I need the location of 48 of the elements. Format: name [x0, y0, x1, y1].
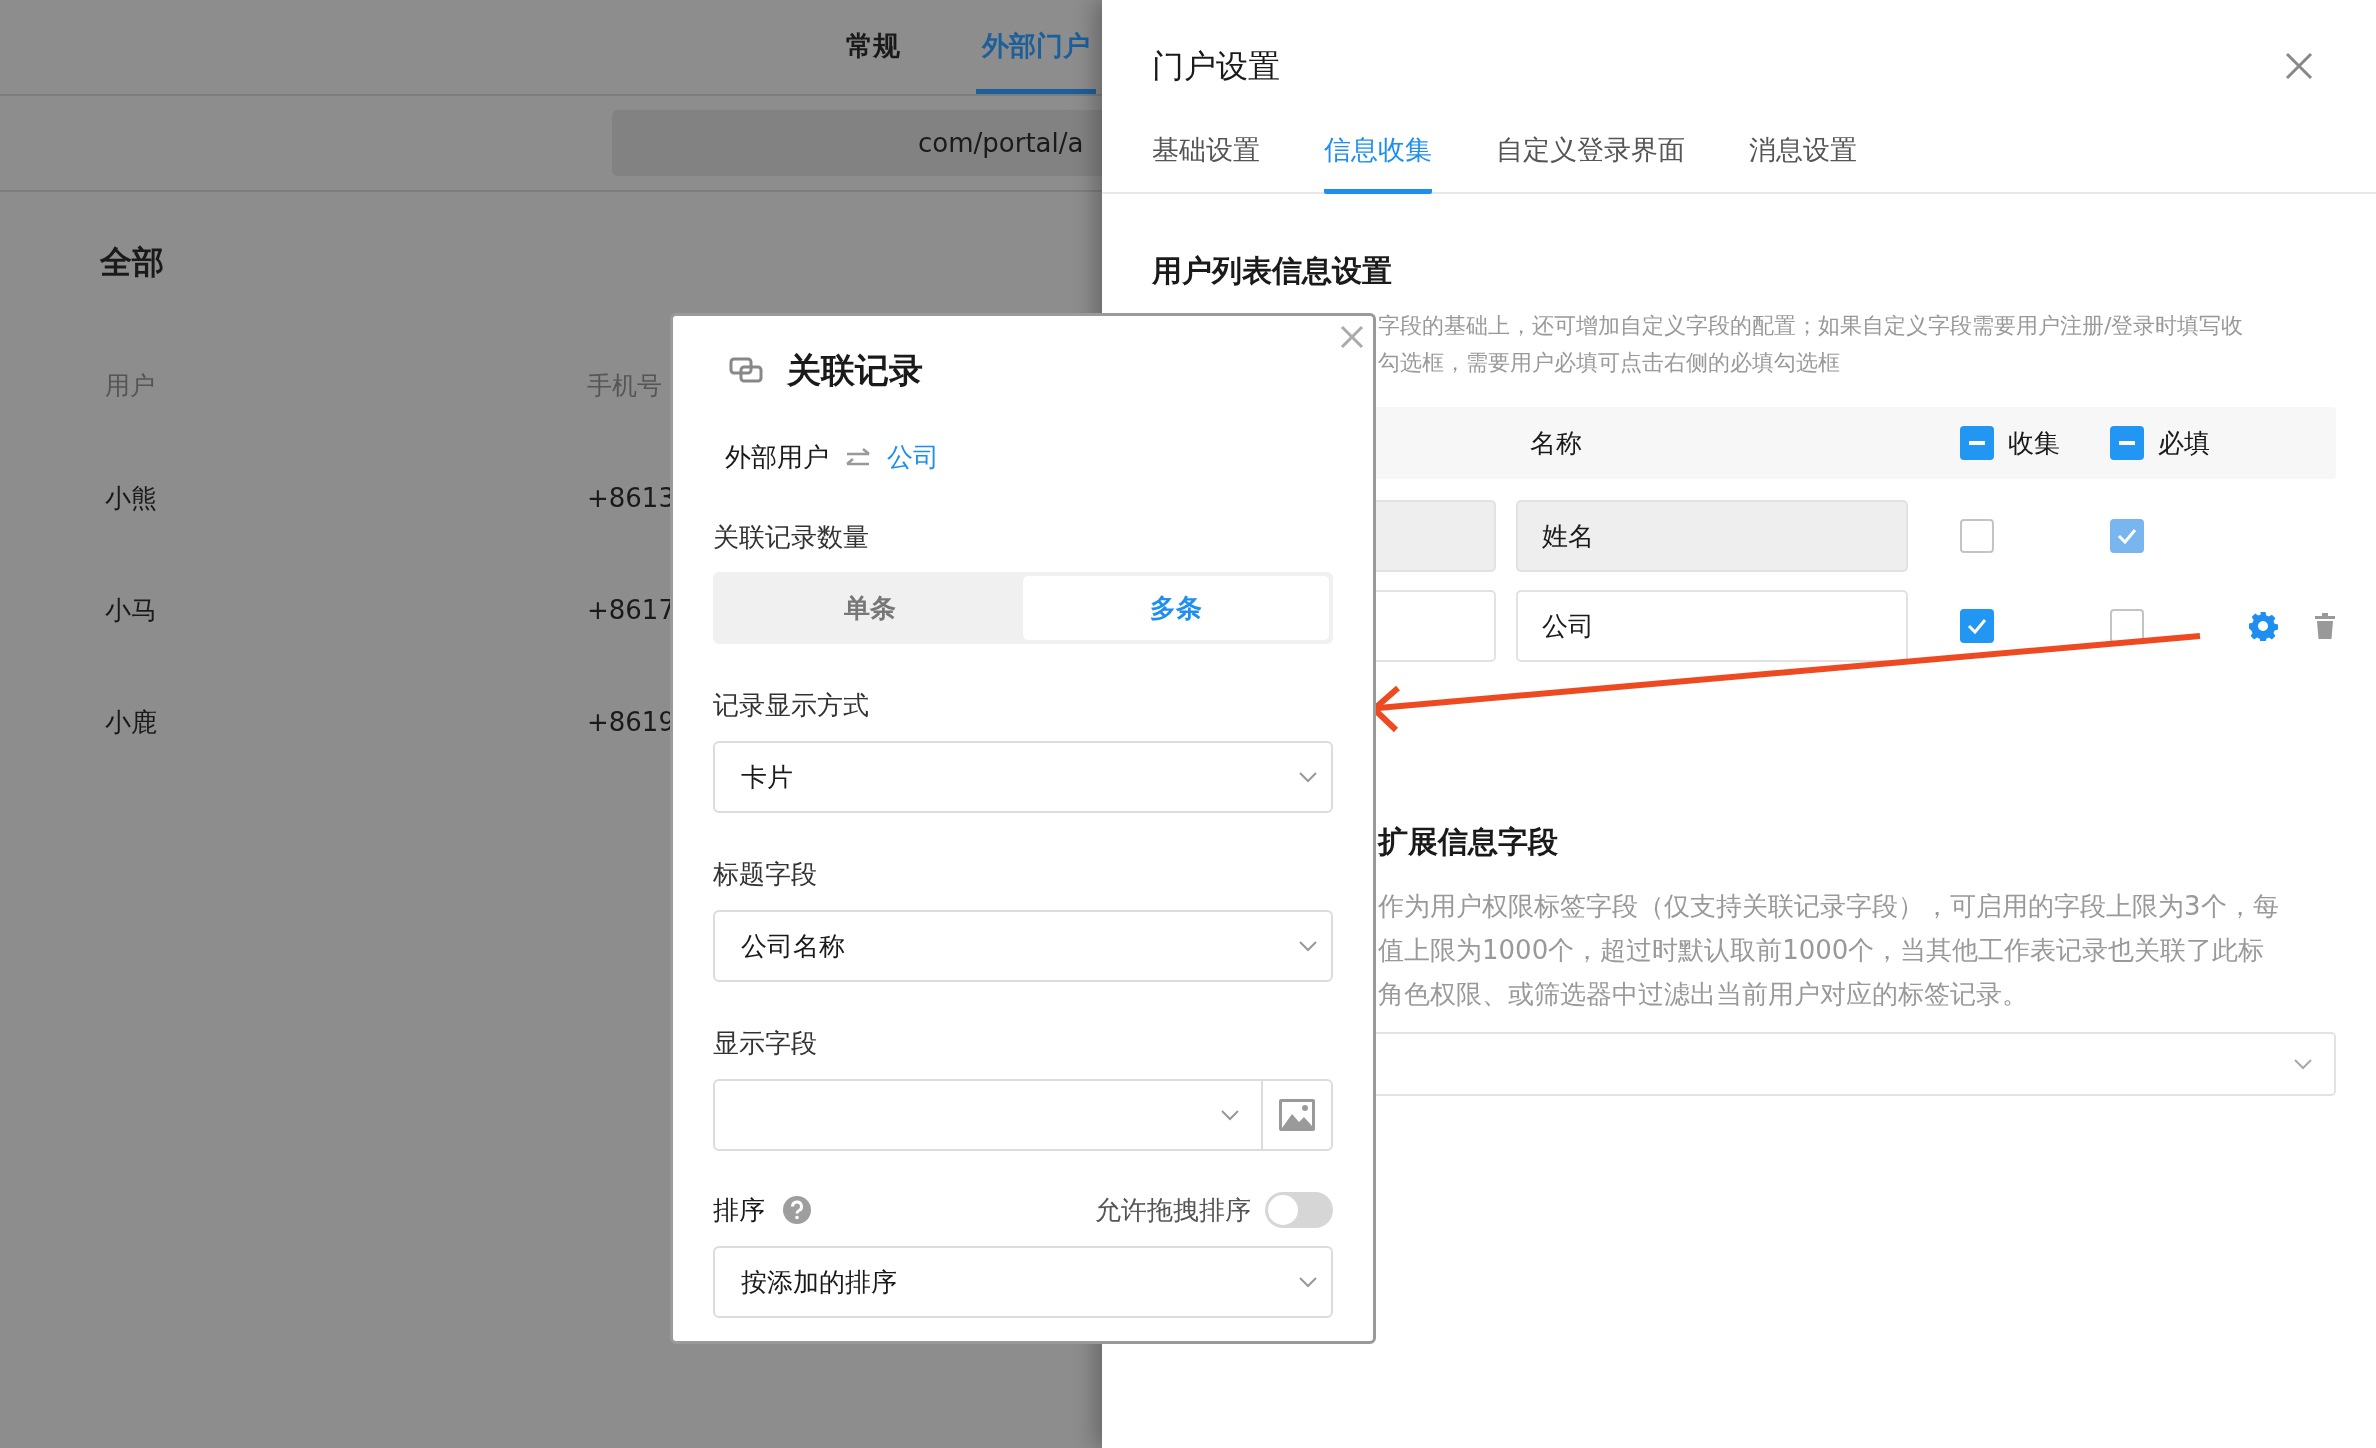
minus-icon	[1969, 441, 1985, 445]
column-header: 用户	[105, 370, 156, 403]
table-cell-text: +8617	[587, 593, 675, 627]
column-header: 手机号	[587, 370, 662, 403]
segment-option[interactable]: 单条	[717, 576, 1023, 640]
page-tab[interactable]: 常规	[840, 0, 906, 94]
field-label: 标题字段	[713, 857, 818, 891]
table-cell-text: 小熊	[105, 481, 158, 515]
checkbox[interactable]	[1960, 609, 1994, 643]
field-label: 关联记录数量	[713, 520, 870, 554]
column-header: 收集	[2008, 426, 2060, 460]
description: 字段的基础上，还可增加自定义字段的配置；如果自定义字段需要用户注册/登录时填写收 勾选框，需要用户必填可点击右侧的必填勾选框	[1378, 312, 2245, 377]
section-title: 扩展信息字段	[1378, 823, 1559, 861]
table-cell-text: 小马	[105, 593, 158, 627]
input-field: 姓名	[1516, 500, 1908, 572]
select-field[interactable]: 卡片	[713, 741, 1333, 813]
relation-target: 公司	[887, 440, 939, 474]
link-icon	[729, 357, 763, 383]
checkbox[interactable]	[2110, 426, 2144, 460]
toggle-switch[interactable]	[1265, 1192, 1333, 1228]
trash-icon[interactable]	[2314, 613, 2336, 639]
field-label: 排序	[713, 1193, 765, 1227]
column-header: 必填	[2158, 426, 2210, 460]
swap-icon	[845, 446, 871, 468]
relation-source: 外部用户	[725, 440, 829, 474]
checkbox[interactable]	[2110, 609, 2144, 643]
input-field[interactable]: 公司	[1516, 590, 1908, 662]
settings-tab[interactable]: 基础设置	[1152, 118, 1260, 194]
section-title: 全部	[99, 242, 165, 283]
select-field[interactable]: 公司名称	[713, 910, 1333, 982]
field-label: 显示字段	[713, 1026, 818, 1060]
section-title: 用户列表信息设置	[1152, 252, 1393, 290]
help-icon	[783, 1196, 811, 1224]
column-header: 名称	[1530, 427, 1582, 458]
checkbox[interactable]	[1960, 426, 1994, 460]
dialog-title: 关联记录	[787, 348, 923, 392]
description: 作为用户权限标签字段（仅支持关联记录字段），可启用的字段上限为3个，每 值上限为1000个，超过时默认取前1000个，当其他工作表记录也关联了此标 角色权限、或筛选器中过滤出当前用户对应的标签记录。	[1378, 890, 2280, 1011]
settings-tab[interactable]: 消息设置	[1749, 118, 1857, 194]
minus-icon	[2119, 441, 2135, 445]
select-field[interactable]: 按添加的排序	[713, 1246, 1333, 1318]
url-field[interactable]: com/portal/a	[612, 110, 1102, 176]
toggle-label: 允许拖拽排序	[1095, 1193, 1251, 1227]
settings-tab[interactable]: 自定义登录界面	[1496, 118, 1685, 194]
drawer-title: 门户设置	[1152, 46, 1280, 87]
settings-icon[interactable]	[2248, 611, 2278, 641]
field-label: 记录显示方式	[713, 688, 870, 722]
checkbox[interactable]	[1960, 519, 1994, 553]
table-cell-text: 小鹿	[105, 705, 158, 739]
